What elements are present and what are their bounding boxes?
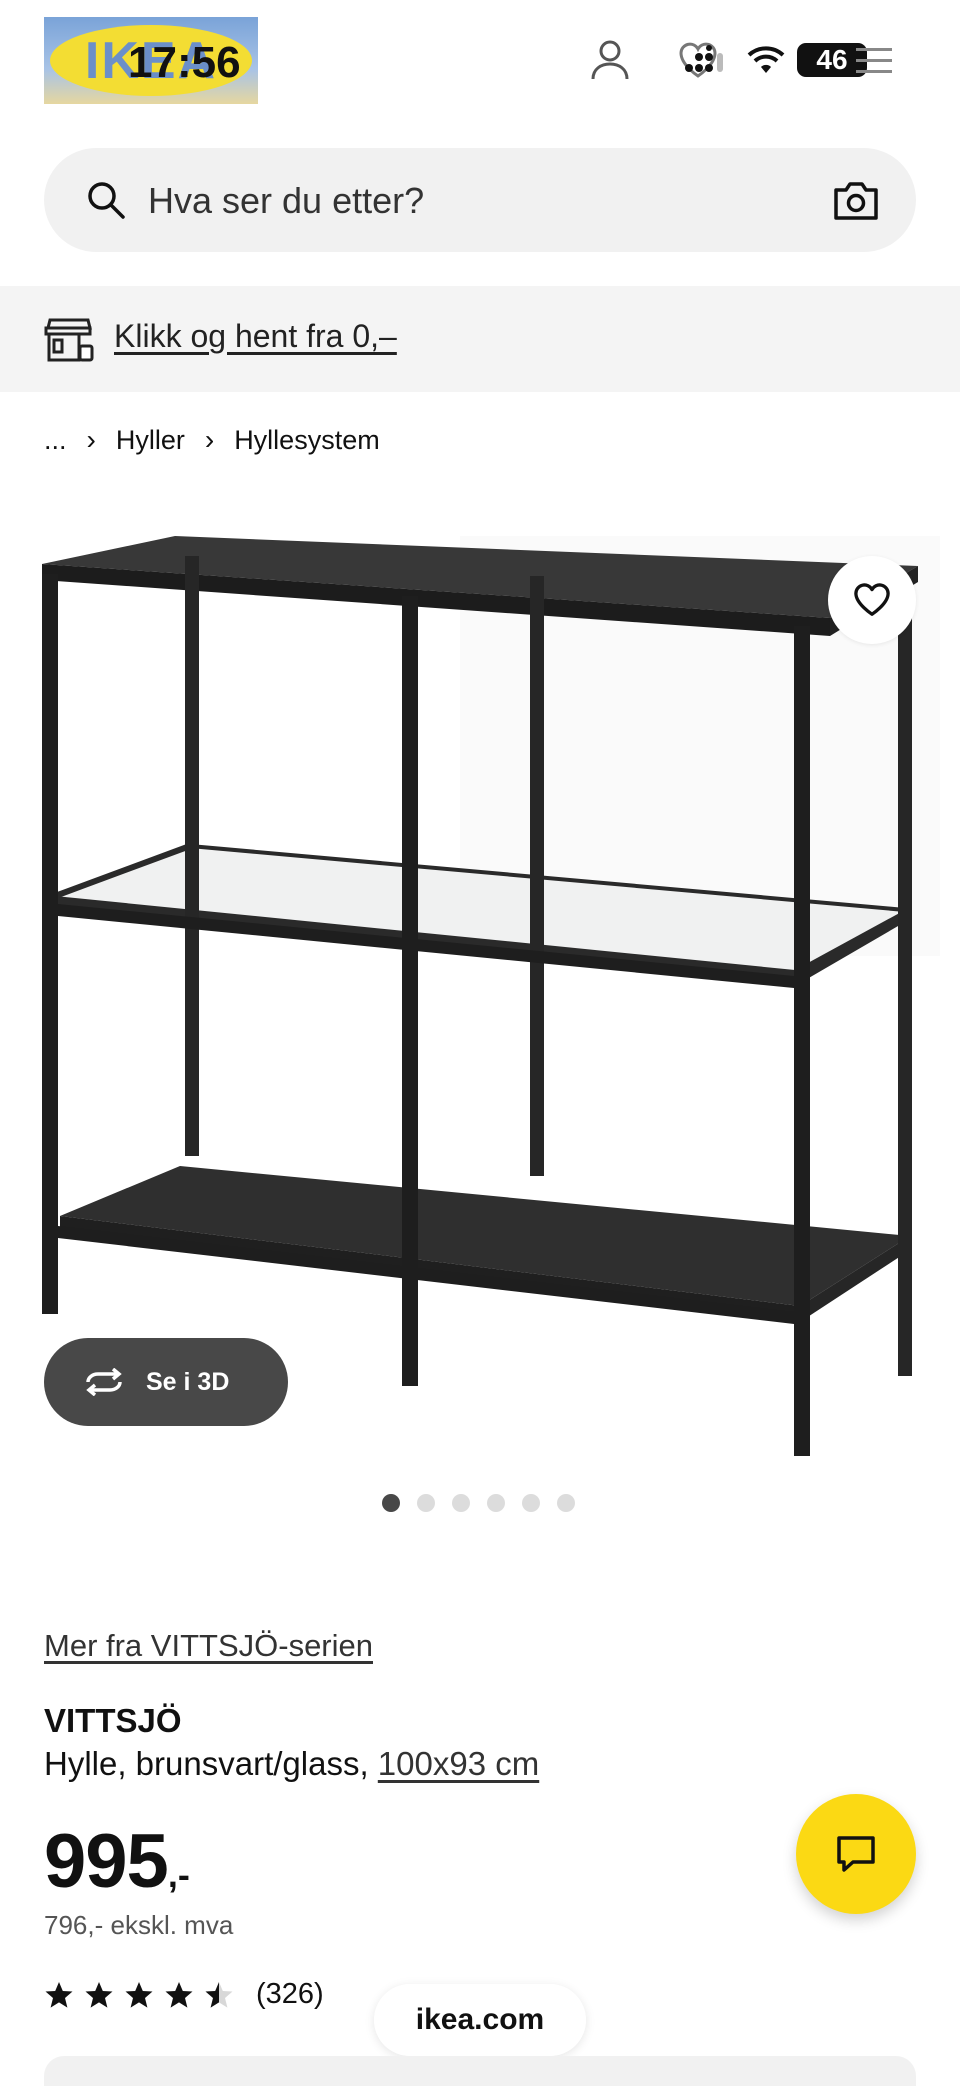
search-input[interactable]: Hva ser du etter? — [148, 180, 424, 222]
header: IKEA 17:56 46 — [0, 0, 960, 130]
star-icon — [85, 1981, 113, 2008]
user-icon[interactable] — [586, 36, 634, 84]
review-count: (326) — [256, 1978, 324, 2010]
price-value: 995 — [44, 1819, 169, 1904]
browser-url-bar[interactable]: ikea.com — [374, 1984, 586, 2056]
pagination-dot[interactable] — [382, 1494, 400, 1512]
heart-icon — [854, 583, 890, 616]
star-half-icon — [205, 1981, 233, 2008]
breadcrumb-ellipsis[interactable]: ... — [44, 425, 67, 456]
chat-button[interactable] — [796, 1794, 916, 1914]
signal-icon — [680, 36, 732, 84]
star-icon — [45, 1981, 73, 2008]
rotate-3d-icon — [86, 1368, 122, 1396]
view-in-3d-label: Se i 3D — [146, 1367, 230, 1396]
price-suffix: ,- — [167, 1854, 190, 1895]
star-icon — [125, 1981, 153, 2008]
click-collect-link[interactable]: Klikk og hent fra 0,– — [114, 318, 397, 355]
chevron-right-icon: › — [86, 424, 96, 455]
product-image[interactable] — [0, 516, 960, 1476]
camera-icon[interactable] — [832, 178, 880, 222]
pagination-dot[interactable] — [522, 1494, 540, 1512]
star-rating — [44, 1980, 234, 2010]
product-description: Hylle, brunsvart/glass, 100x93 cm — [44, 1745, 539, 1783]
product-type: Hylle, brunsvart/glass, — [44, 1745, 369, 1782]
bottom-panel-edge — [44, 2056, 916, 2086]
status-time: 17:56 — [128, 38, 241, 87]
pagination-dot[interactable] — [557, 1494, 575, 1512]
wifi-icon — [742, 36, 790, 84]
star-icon — [165, 1981, 193, 2008]
search-bar[interactable]: Hva ser du etter? — [44, 148, 916, 252]
store-icon — [44, 318, 94, 362]
pagination-dot[interactable] — [452, 1494, 470, 1512]
pagination-dot[interactable] — [417, 1494, 435, 1512]
breadcrumb-item-hyllesystem[interactable]: Hyllesystem — [234, 425, 380, 456]
price: 995 ,- — [44, 1818, 190, 1905]
menu-icon[interactable] — [852, 36, 896, 84]
product-name: VITTSJÖ — [44, 1702, 182, 1739]
click-collect-banner: Klikk og hent fra 0,– — [0, 286, 960, 392]
breadcrumb-item-hyller[interactable]: Hyller — [116, 425, 185, 456]
chat-icon — [837, 1836, 875, 1872]
breadcrumb: ... › Hyller › Hyllesystem — [44, 420, 380, 460]
rating[interactable]: (326) — [44, 1978, 324, 2011]
image-pagination — [382, 1494, 575, 1512]
view-in-3d-button[interactable]: Se i 3D — [44, 1338, 288, 1426]
price-excl-vat: 796,- ekskl. mva — [44, 1910, 234, 1940]
chevron-right-icon: › — [204, 424, 215, 455]
product-size-link[interactable]: 100x93 cm — [378, 1745, 539, 1782]
favourite-button[interactable] — [828, 556, 916, 644]
series-link[interactable]: Mer fra VITTSJÖ-serien — [44, 1628, 373, 1664]
search-icon — [88, 182, 125, 219]
pagination-dot[interactable] — [487, 1494, 505, 1512]
